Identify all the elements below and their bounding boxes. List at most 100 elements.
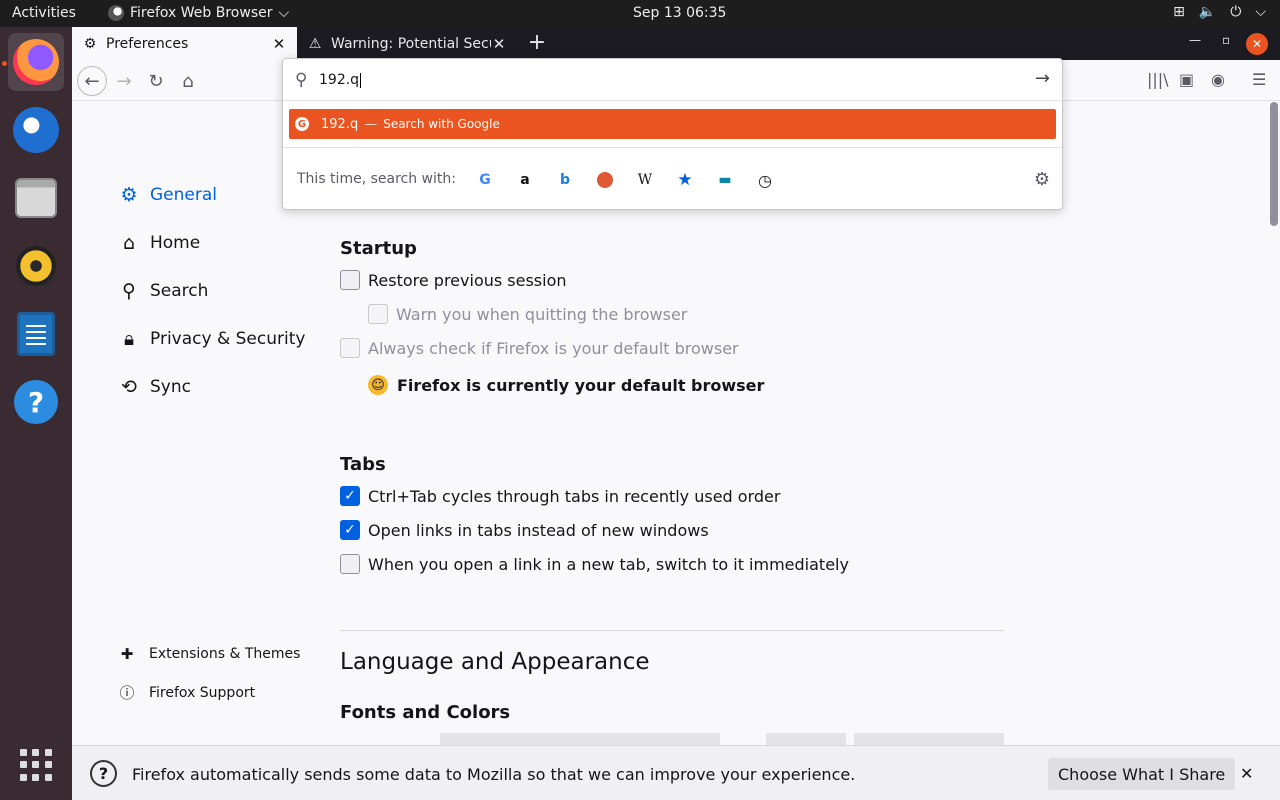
wikipedia-engine-icon[interactable]: W bbox=[634, 169, 656, 191]
activities-button[interactable]: Activities bbox=[12, 5, 76, 21]
close-icon[interactable]: ✕ bbox=[1240, 764, 1253, 783]
account-icon[interactable]: ◉ bbox=[1211, 70, 1225, 89]
switch-new-tab-checkbox[interactable] bbox=[340, 554, 360, 574]
sidebar-icon[interactable]: ▣ bbox=[1179, 70, 1194, 89]
urlbar-popup: ⚲ 192.q → G 192.q — Search with Google T… bbox=[282, 58, 1063, 210]
google-engine-icon[interactable]: G bbox=[474, 169, 496, 191]
duckduckgo-engine-icon[interactable] bbox=[594, 169, 616, 191]
sidebar-item-general[interactable]: ⚙ General bbox=[118, 184, 217, 206]
search-settings-gear-icon[interactable]: ⚙ bbox=[1034, 169, 1050, 190]
footer-label: Firefox Support bbox=[149, 684, 256, 701]
bookmarks-star-icon[interactable]: ★ bbox=[674, 169, 696, 191]
restore-session-row[interactable]: Restore previous session bbox=[340, 270, 567, 290]
back-button[interactable]: ← bbox=[77, 66, 107, 96]
checkbox-label: Always check if Firefox is your default … bbox=[368, 338, 739, 358]
font-size-select[interactable] bbox=[766, 733, 846, 745]
open-links-checkbox[interactable]: ✓ bbox=[340, 520, 360, 540]
reload-button[interactable]: ↻ bbox=[141, 66, 171, 96]
scrollbar-thumb[interactable] bbox=[1270, 102, 1278, 226]
sync-icon: ⟲ bbox=[121, 376, 137, 398]
clock[interactable]: Sep 13 06:35 bbox=[633, 5, 726, 21]
close-window-button[interactable]: ✕ bbox=[1246, 33, 1268, 55]
checkbox-label: When you open a link in a new tab, switc… bbox=[368, 554, 849, 574]
suggestion-separator: — bbox=[364, 116, 378, 132]
warn-quit-row: Warn you when quitting the browser bbox=[368, 304, 687, 324]
checkbox-label: Ctrl+Tab cycles through tabs in recently… bbox=[368, 486, 781, 506]
chevron-down-icon: ⌵ bbox=[1255, 4, 1266, 20]
dock-files[interactable] bbox=[8, 169, 64, 227]
search-icon: ⚲ bbox=[295, 70, 308, 90]
close-icon[interactable]: ✕ bbox=[271, 35, 287, 53]
history-clock-icon[interactable]: ◷ bbox=[754, 169, 776, 191]
system-tray[interactable]: ⊞ 🔈 ⏻ ⌵ bbox=[1173, 4, 1266, 20]
data-reporting-notification: ? Firefox automatically sends some data … bbox=[72, 745, 1280, 800]
close-icon[interactable]: ✕ bbox=[491, 35, 507, 53]
checkbox-label: Open links in tabs instead of new window… bbox=[368, 520, 709, 540]
dock-rhythmbox[interactable] bbox=[8, 237, 64, 295]
sidebar-item-home[interactable]: ⌂ Home bbox=[118, 232, 200, 254]
thunderbird-icon bbox=[13, 107, 59, 153]
dock-firefox[interactable] bbox=[8, 33, 64, 91]
sidebar-item-privacy[interactable]: 🔒︎ Privacy & Security bbox=[118, 328, 306, 350]
one-off-label: This time, search with: bbox=[297, 171, 456, 187]
url-input[interactable]: ⚲ 192.q → bbox=[283, 59, 1062, 101]
tab-warning[interactable]: ⚠ Warning: Potential Secur ✕ bbox=[297, 27, 517, 60]
sidebar-item-label: Sync bbox=[150, 377, 191, 397]
amazon-engine-icon[interactable]: a bbox=[514, 169, 536, 191]
tab-strip: ⚙ Preferences ✕ ⚠ Warning: Potential Sec… bbox=[72, 27, 1280, 60]
open-links-row[interactable]: ✓ Open links in tabs instead of new wind… bbox=[340, 520, 709, 540]
one-off-search-bar: This time, search with: G a b W ★ ▬ ◷ ⚙ bbox=[283, 147, 1062, 209]
puzzle-icon: ✚ bbox=[120, 645, 134, 663]
chevron-down-icon: ⌵ bbox=[278, 5, 290, 21]
dock-writer[interactable] bbox=[8, 305, 64, 363]
tab-title: Preferences bbox=[106, 35, 189, 52]
new-tab-button[interactable]: + bbox=[524, 30, 550, 55]
menu-icon[interactable]: ☰ bbox=[1252, 70, 1266, 89]
help-icon: ⓘ bbox=[119, 684, 135, 702]
go-arrow-icon[interactable]: → bbox=[1035, 68, 1050, 89]
google-icon: G bbox=[295, 117, 309, 131]
network-icon: ⊞ bbox=[1173, 4, 1185, 20]
status-text: Firefox is currently your default browse… bbox=[397, 375, 765, 395]
gear-icon: ⚙ bbox=[120, 184, 138, 206]
search-suggestion-row[interactable]: G 192.q — Search with Google bbox=[289, 109, 1056, 139]
sidebar-item-search[interactable]: ⚲ Search bbox=[118, 280, 208, 302]
dock-help[interactable]: ? bbox=[8, 373, 64, 431]
extensions-themes-link[interactable]: ✚ Extensions & Themes bbox=[118, 645, 301, 663]
lock-icon: 🔒︎ bbox=[123, 328, 135, 350]
always-check-checkbox bbox=[340, 338, 360, 358]
library-icon[interactable]: |||\ bbox=[1147, 70, 1169, 89]
dock: ? bbox=[0, 27, 72, 800]
checkbox-label: Warn you when quitting the browser bbox=[396, 304, 688, 324]
firefox-support-link[interactable]: ⓘ Firefox Support bbox=[118, 682, 255, 703]
minimize-button[interactable]: — bbox=[1189, 33, 1201, 47]
default-browser-status: ☺ Firefox is currently your default brow… bbox=[368, 375, 764, 395]
bing-engine-icon[interactable]: b bbox=[554, 169, 576, 191]
sidebar-item-label: Privacy & Security bbox=[150, 329, 306, 349]
home-button[interactable]: ⌂ bbox=[173, 66, 203, 96]
switch-new-tab-row[interactable]: When you open a link in a new tab, switc… bbox=[340, 554, 849, 574]
dock-thunderbird[interactable] bbox=[8, 101, 64, 159]
gnome-top-bar: Activities Firefox Web Browser ⌵ Sep 13 … bbox=[0, 0, 1280, 27]
default-font-select[interactable] bbox=[440, 733, 720, 745]
show-applications-button[interactable] bbox=[20, 749, 52, 781]
tab-preferences[interactable]: ⚙ Preferences ✕ bbox=[72, 27, 297, 60]
ctrl-tab-checkbox[interactable]: ✓ bbox=[340, 486, 360, 506]
sidebar-item-sync[interactable]: ⟲ Sync bbox=[118, 376, 191, 398]
section-divider bbox=[340, 630, 1004, 631]
warn-quit-checkbox bbox=[368, 304, 388, 324]
smiley-icon: ☺ bbox=[368, 375, 388, 395]
choose-what-i-share-button[interactable]: Choose What I Share bbox=[1048, 758, 1236, 790]
ctrl-tab-row[interactable]: ✓ Ctrl+Tab cycles through tabs in recent… bbox=[340, 486, 780, 506]
advanced-button[interactable] bbox=[854, 733, 1004, 745]
tabs-icon[interactable]: ▬ bbox=[714, 169, 736, 191]
app-menu[interactable]: Firefox Web Browser ⌵ bbox=[108, 5, 289, 21]
startup-heading: Startup bbox=[340, 238, 417, 259]
firefox-icon bbox=[108, 5, 124, 21]
forward-button[interactable]: → bbox=[109, 66, 139, 96]
firefox-icon bbox=[13, 39, 59, 85]
restore-session-checkbox[interactable] bbox=[340, 270, 360, 290]
search-icon: ⚲ bbox=[122, 280, 136, 302]
maximize-button[interactable]: ▫ bbox=[1222, 33, 1230, 47]
fonts-colors-heading: Fonts and Colors bbox=[340, 702, 511, 723]
